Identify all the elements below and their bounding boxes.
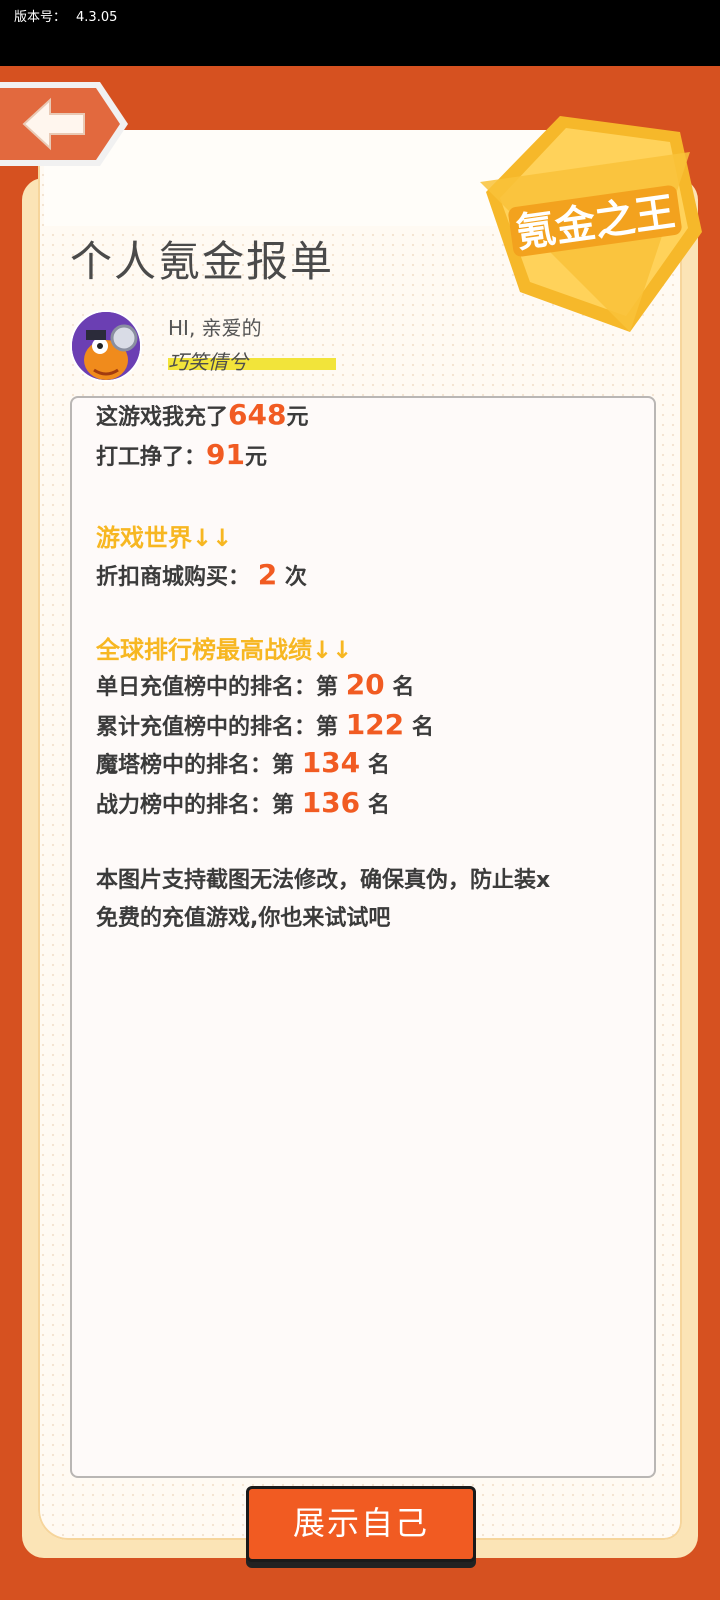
power-rank-line: 战力榜中的排名：第 136 名 [96,786,390,819]
username-block: 巧笑倩兮 [168,346,336,374]
avatar[interactable] [70,310,142,382]
back-button[interactable] [0,78,132,170]
shop-value: 2 [257,558,278,591]
recharge-label: 这游戏我充了 [96,405,229,430]
earn-value: 91 [206,438,245,471]
version-label: 版本号： [14,10,67,25]
power-rank-unit: 名 [367,793,390,818]
disclaimer-line-2: 免费的充值游戏,你也来试试吧 [96,906,391,931]
shop-line: 折扣商城购买： 2 次 [96,558,307,591]
daily-rank-value: 20 [345,668,385,701]
recharge-line: 这游戏我充了648元 [96,398,308,431]
total-rank-label: 累计充值榜中的排名：第 [96,715,339,740]
page-title: 个人氪金报单 [70,237,335,286]
earn-unit: 元 [244,445,267,470]
version-text: 版本号： 4.3.05 [14,6,117,25]
recharge-value: 648 [228,398,287,431]
status-bar: 版本号： 4.3.05 [0,0,720,66]
ranking-title: 全球排行榜最高战绩↓↓ [96,636,353,664]
king-badge: 氪金之王 [480,116,702,332]
username: 巧笑倩兮 [168,350,248,374]
tower-rank-line: 魔塔榜中的排名：第 134 名 [96,746,390,779]
version-number: 4.3.05 [76,10,118,25]
tower-rank-unit: 名 [367,753,390,778]
daily-rank-unit: 名 [392,675,415,700]
total-rank-line: 累计充值榜中的排名：第 122 名 [96,708,434,741]
daily-rank-label: 单日充值榜中的排名：第 [96,675,339,700]
earn-line: 打工挣了：91元 [96,438,267,471]
power-rank-value: 136 [301,786,361,819]
greeting-text: HI, 亲爱的 [168,316,262,340]
power-rank-label: 战力榜中的排名：第 [96,793,295,818]
show-yourself-button[interactable]: 展示自己 [246,1486,476,1562]
shop-label: 折扣商城购买： [96,565,251,590]
recharge-unit: 元 [286,405,309,430]
earn-label: 打工挣了： [96,445,207,470]
game-world-title: 游戏世界↓↓ [96,524,233,552]
disclaimer-line-1: 本图片支持截图无法修改，确保真伪，防止装x [96,868,551,893]
total-rank-value: 122 [345,708,405,741]
tower-rank-value: 134 [301,746,361,779]
total-rank-unit: 名 [411,715,434,740]
disclaimer-note: 本图片支持截图无法修改，确保真伪，防止装x 免费的充值游戏,你也来试试吧 [96,862,648,938]
tower-rank-label: 魔塔榜中的排名：第 [96,753,295,778]
daily-rank-line: 单日充值榜中的排名：第 20 名 [96,668,414,701]
shop-unit: 次 [284,565,307,590]
